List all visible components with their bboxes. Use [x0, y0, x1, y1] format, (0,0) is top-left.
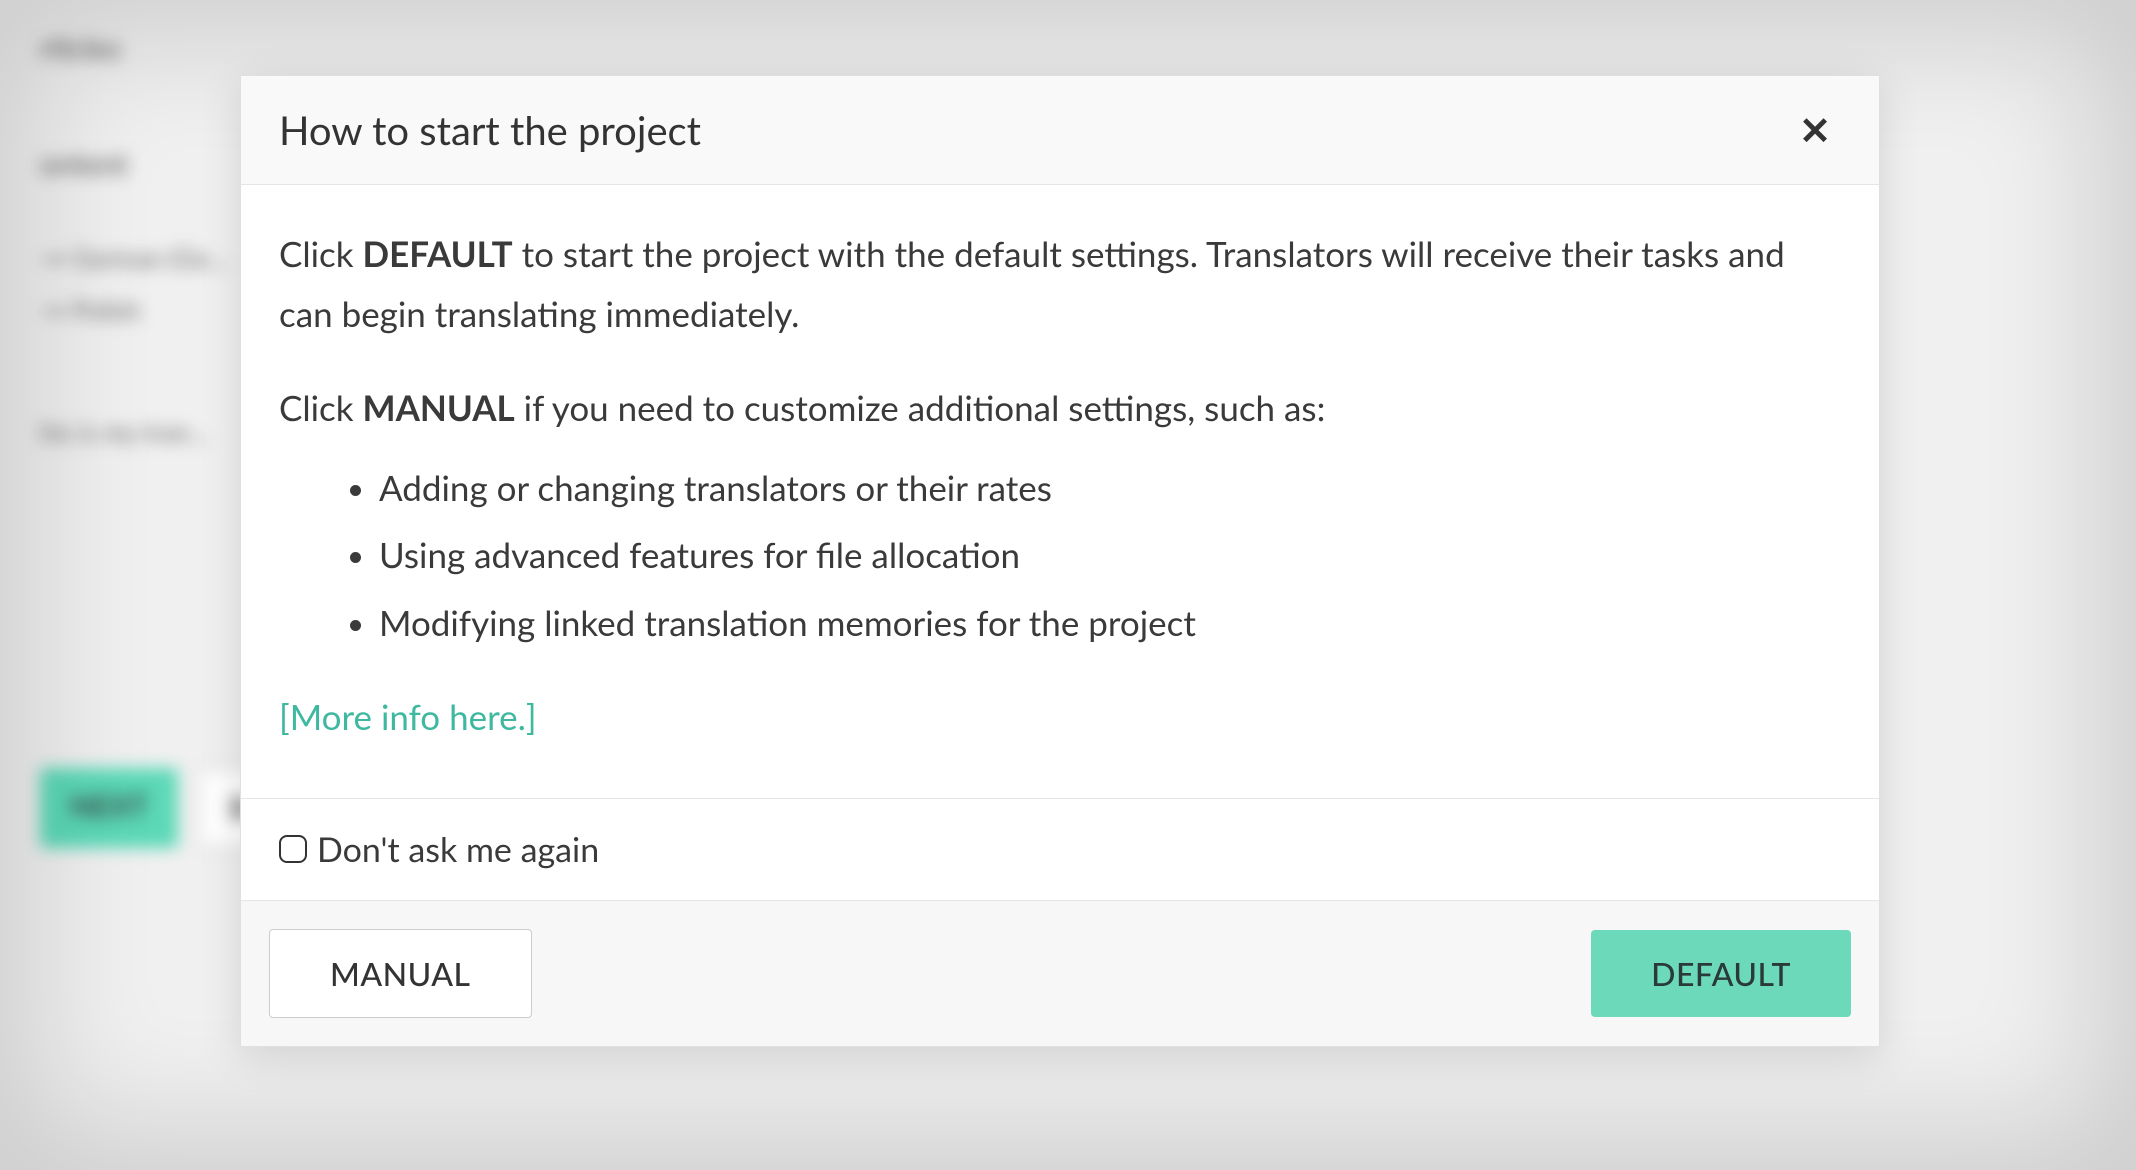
- dialog-title: How to start the project: [279, 106, 701, 154]
- list-item: Using advanced features for file allocat…: [379, 526, 1841, 586]
- para2-suffix: if you need to customize additional sett…: [515, 387, 1326, 429]
- para1-bold: DEFAULT: [363, 233, 513, 275]
- para2-bold: MANUAL: [363, 387, 515, 429]
- dialog-bullet-list: Adding or changing translators or their …: [279, 459, 1841, 654]
- more-info-link[interactable]: [More info here.]: [279, 696, 537, 738]
- dialog-body: Click DEFAULT to start the project with …: [241, 185, 1879, 798]
- dont-ask-checkbox[interactable]: [279, 835, 307, 863]
- para1-prefix: Click: [279, 233, 363, 275]
- list-item: Modifying linked translation memories fo…: [379, 594, 1841, 654]
- dialog-checkbox-row: Don't ask me again: [241, 798, 1879, 900]
- list-item: Adding or changing translators or their …: [379, 459, 1841, 519]
- backdrop-text: rticles: [40, 30, 2096, 66]
- dialog-footer: MANUAL DEFAULT: [241, 900, 1879, 1046]
- para2-prefix: Click: [279, 387, 363, 429]
- dialog-paragraph-default: Click DEFAULT to start the project with …: [279, 225, 1841, 344]
- default-button[interactable]: DEFAULT: [1591, 930, 1851, 1017]
- manual-button[interactable]: MANUAL: [269, 929, 532, 1018]
- start-project-dialog: How to start the project ✕ Click DEFAULT…: [240, 75, 1880, 1047]
- checkbox-label: Don't ask me again: [317, 829, 599, 870]
- close-icon[interactable]: ✕: [1789, 107, 1841, 153]
- dialog-header: How to start the project ✕: [241, 76, 1879, 185]
- dialog-paragraph-manual: Click MANUAL if you need to customize ad…: [279, 379, 1841, 439]
- backdrop-next-button: NEXT: [40, 768, 178, 848]
